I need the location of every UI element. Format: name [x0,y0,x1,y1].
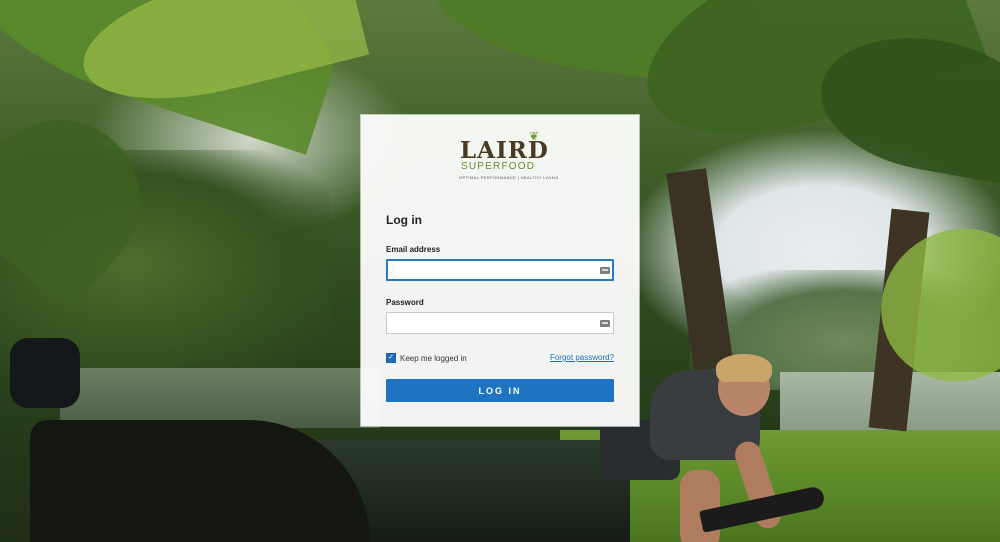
background-water [60,368,380,428]
leaf-icon: ❦ [529,129,540,143]
logo-tagline: OPTIMAL PERFORMANCE | HEALTHY LIVING [459,175,559,180]
login-card: LAIRD ❦ SUPERFOOD OPTIMAL PERFORMANCE | … [361,115,639,426]
autofill-card-icon[interactable] [600,267,610,274]
forgot-password-link[interactable]: Forgot password? [550,353,614,362]
email-label: Email address [386,245,441,254]
background-boat-motor [10,338,80,408]
checkmark-icon[interactable]: ✓ [386,353,396,363]
password-field[interactable] [386,312,614,334]
person-hair [716,354,772,382]
email-field[interactable] [386,259,614,281]
keep-logged-in-label[interactable]: Keep me logged in [400,354,467,363]
password-label: Password [386,298,424,307]
keep-logged-in[interactable]: ✓ Keep me logged in [386,352,467,364]
autofill-card-icon[interactable] [600,320,610,327]
login-title: Log in [386,213,422,227]
logo-subtitle: SUPERFOOD [461,161,536,172]
login-button[interactable]: LOG IN [386,379,614,402]
person-leg [680,470,720,542]
brand-logo: LAIRD ❦ SUPERFOOD OPTIMAL PERFORMANCE | … [361,129,639,189]
